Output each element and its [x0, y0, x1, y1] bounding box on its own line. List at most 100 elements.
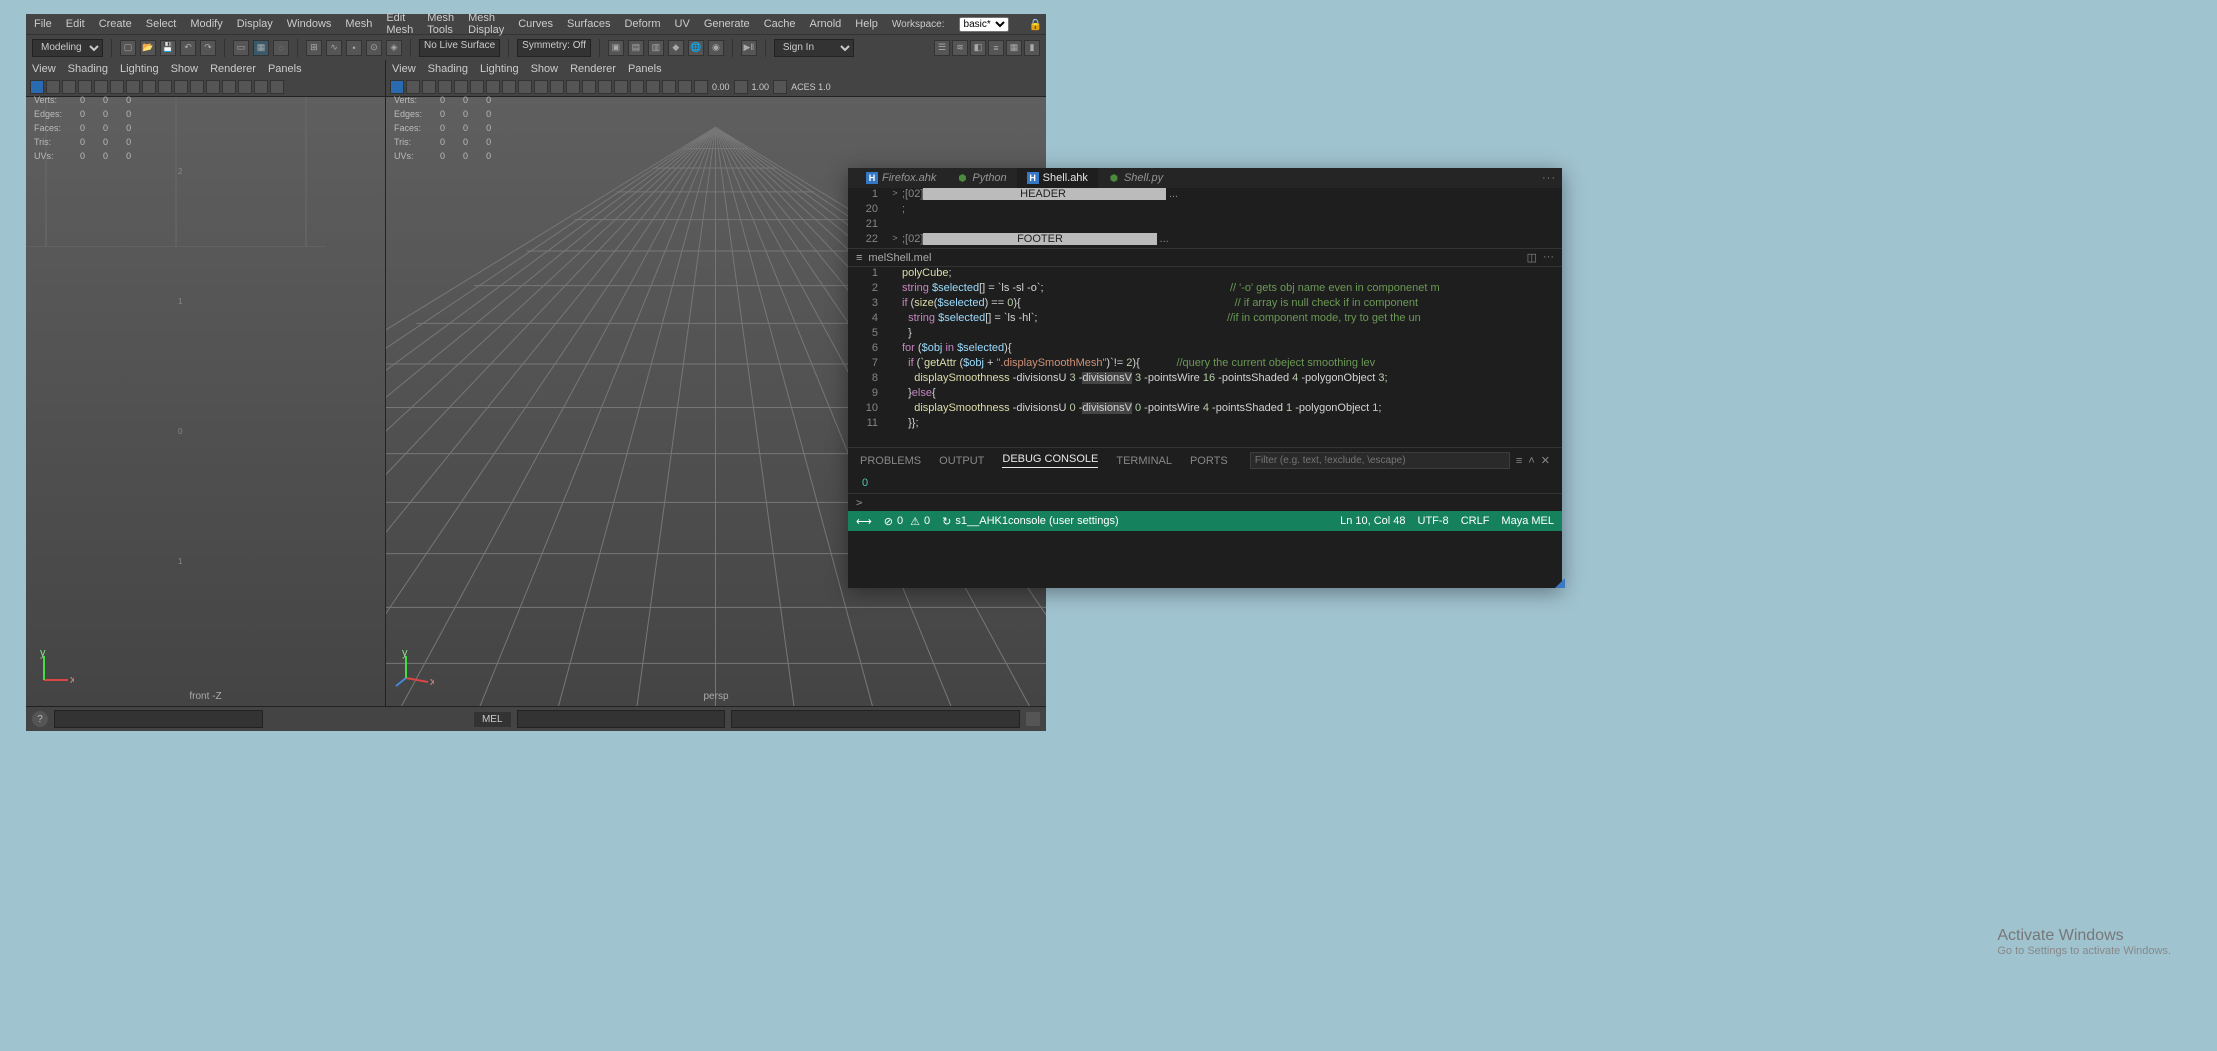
- save-icon[interactable]: 💾: [160, 40, 176, 56]
- vscode-status-bar[interactable]: ⟷ ⊘0 ⚠0 ↻ s1__AHK1console (user settings…: [848, 511, 1562, 531]
- account-dropdown[interactable]: Sign In: [774, 39, 854, 57]
- undo-icon[interactable]: ↶: [180, 40, 196, 56]
- editor-upper[interactable]: 1>;[02] HEADER ...20;2122>;[02] FOOTER .…: [848, 188, 1562, 248]
- symmetry-dropdown[interactable]: Symmetry: Off: [517, 39, 591, 57]
- help-icon[interactable]: ?: [32, 711, 48, 727]
- quick-help-field[interactable]: [54, 710, 263, 728]
- encoding[interactable]: UTF-8: [1418, 515, 1449, 527]
- vp-textured-icon[interactable]: [190, 80, 204, 94]
- tab-shell-py[interactable]: ⬢Shell.py: [1098, 168, 1173, 188]
- panel-menu-shading[interactable]: Shading: [428, 63, 468, 75]
- menu-surfaces[interactable]: Surfaces: [567, 18, 610, 30]
- vp-xray-icon[interactable]: [662, 80, 676, 94]
- menu-windows[interactable]: Windows: [287, 18, 332, 30]
- command-line-input[interactable]: [517, 710, 726, 728]
- language-mode[interactable]: Maya MEL: [1501, 515, 1554, 527]
- vp-wireframe-icon[interactable]: [518, 80, 532, 94]
- remote-icon[interactable]: ⟷: [856, 515, 872, 528]
- debug-repl-input[interactable]: >: [848, 493, 1562, 511]
- menu-mesh[interactable]: Mesh: [345, 18, 372, 30]
- new-scene-icon[interactable]: ▢: [120, 40, 136, 56]
- panel-menu-renderer[interactable]: Renderer: [210, 63, 256, 75]
- snap-point-icon[interactable]: •: [346, 40, 362, 56]
- panel-close-icon[interactable]: ✕: [1541, 454, 1550, 467]
- secondary-file-header[interactable]: ≡ melShell.mel ◫ ···: [848, 248, 1562, 267]
- layer-editor-icon[interactable]: ▮: [1024, 40, 1040, 56]
- panel-menu-panels[interactable]: Panels: [628, 63, 662, 75]
- split-editor-icon[interactable]: ◫: [1527, 251, 1537, 264]
- panel-tab-ports[interactable]: PORTS: [1190, 455, 1228, 467]
- menu-mesh-tools[interactable]: Mesh Tools: [427, 12, 454, 36]
- viewport-front[interactable]: View Shading Lighting Show Renderer Panels: [26, 60, 386, 706]
- redo-icon[interactable]: ↷: [200, 40, 216, 56]
- select-tool-icon[interactable]: ▭: [233, 40, 249, 56]
- vp-xray-icon[interactable]: [254, 80, 268, 94]
- lock-icon[interactable]: 🔒: [1029, 18, 1043, 31]
- menu-arnold[interactable]: Arnold: [809, 18, 841, 30]
- menu-deform[interactable]: Deform: [624, 18, 660, 30]
- cmd-lang-label[interactable]: MEL: [474, 712, 511, 727]
- light-icon[interactable]: ◉: [708, 40, 724, 56]
- menu-file[interactable]: File: [34, 18, 52, 30]
- panel-menu-show[interactable]: Show: [171, 63, 199, 75]
- panel-tab-output[interactable]: OUTPUT: [939, 455, 984, 467]
- vp-lights-icon[interactable]: [566, 80, 580, 94]
- vp-lights-icon[interactable]: [206, 80, 220, 94]
- tab-overflow-icon[interactable]: ···: [1536, 172, 1562, 184]
- vp-exposure-icon[interactable]: [694, 80, 708, 94]
- vp-gamma-icon[interactable]: [734, 80, 748, 94]
- ipr-icon[interactable]: ▥: [648, 40, 664, 56]
- panel-menu-lighting[interactable]: Lighting: [120, 63, 159, 75]
- panel-menu-right[interactable]: ViewShadingLightingShowRendererPanels: [386, 60, 1046, 78]
- open-icon[interactable]: 📂: [140, 40, 156, 56]
- workspace-select[interactable]: basic*: [959, 17, 1009, 32]
- module-menu[interactable]: Modeling: [32, 39, 103, 57]
- panel-menu-shading[interactable]: Shading: [68, 63, 108, 75]
- vp-wireframe-icon[interactable]: [158, 80, 172, 94]
- menu-modify[interactable]: Modify: [190, 18, 222, 30]
- outliner-icon[interactable]: ☰: [934, 40, 950, 56]
- list-icon[interactable]: ≡: [988, 40, 1004, 56]
- render-globe-icon[interactable]: 🌐: [688, 40, 704, 56]
- graph-editor-icon[interactable]: ≋: [952, 40, 968, 56]
- panel-menu-panels[interactable]: Panels: [268, 63, 302, 75]
- vp-shaded-icon[interactable]: [174, 80, 188, 94]
- select-mode-icon[interactable]: ▦: [253, 40, 269, 56]
- menu-display[interactable]: Display: [237, 18, 273, 30]
- snap-center-icon[interactable]: ⊙: [366, 40, 382, 56]
- vp-ao-icon[interactable]: [598, 80, 612, 94]
- vp-shaded-icon[interactable]: [534, 80, 548, 94]
- snap-curve-icon[interactable]: ∿: [326, 40, 342, 56]
- panel-menu-view[interactable]: View: [32, 63, 56, 75]
- vp-isolate-icon[interactable]: [646, 80, 660, 94]
- vp-xray-joints-icon[interactable]: [678, 80, 692, 94]
- vp-motion-blur-icon[interactable]: [614, 80, 628, 94]
- editor-lower[interactable]: 1polyCube;2string $selected[] = `ls -sl …: [848, 267, 1562, 447]
- panel-menu-left[interactable]: View Shading Lighting Show Renderer Panels: [26, 60, 385, 78]
- script-editor-icon[interactable]: [1026, 712, 1040, 726]
- more-actions-icon[interactable]: ···: [1543, 251, 1554, 264]
- menu-edit-mesh[interactable]: Edit Mesh: [386, 12, 413, 36]
- tab-shell-ahk[interactable]: HShell.ahk: [1017, 168, 1098, 188]
- menu-help[interactable]: Help: [855, 18, 878, 30]
- tab-python[interactable]: ⬢Python: [946, 168, 1016, 188]
- menu-edit[interactable]: Edit: [66, 18, 85, 30]
- editor-tabs[interactable]: HFirefox.ahk⬢PythonHShell.ahk⬢Shell.py··…: [848, 168, 1562, 188]
- vp-colorspace-icon[interactable]: [773, 80, 787, 94]
- debug-filter-input[interactable]: [1250, 452, 1510, 469]
- vp-extra-icon[interactable]: [270, 80, 284, 94]
- play-pause-icon[interactable]: ▶‖: [741, 40, 757, 56]
- panel-tabs[interactable]: PROBLEMSOUTPUTDEBUG CONSOLETERMINALPORTS…: [848, 448, 1562, 473]
- lasso-icon[interactable]: ◌: [273, 40, 289, 56]
- snap-view-icon[interactable]: ◈: [386, 40, 402, 56]
- vp-shadows-icon[interactable]: [582, 80, 596, 94]
- snap-grid-icon[interactable]: ⊞: [306, 40, 322, 56]
- vp-textured-icon[interactable]: [550, 80, 564, 94]
- live-surface-dropdown[interactable]: No Live Surface: [419, 39, 500, 57]
- maya-main-menu[interactable]: FileEditCreateSelectModifyDisplayWindows…: [26, 14, 1046, 34]
- menu-cache[interactable]: Cache: [764, 18, 796, 30]
- panel-menu-lighting[interactable]: Lighting: [480, 63, 519, 75]
- render-seq-icon[interactable]: ▤: [628, 40, 644, 56]
- panel-menu-renderer[interactable]: Renderer: [570, 63, 616, 75]
- panel-tab-problems[interactable]: PROBLEMS: [860, 455, 921, 467]
